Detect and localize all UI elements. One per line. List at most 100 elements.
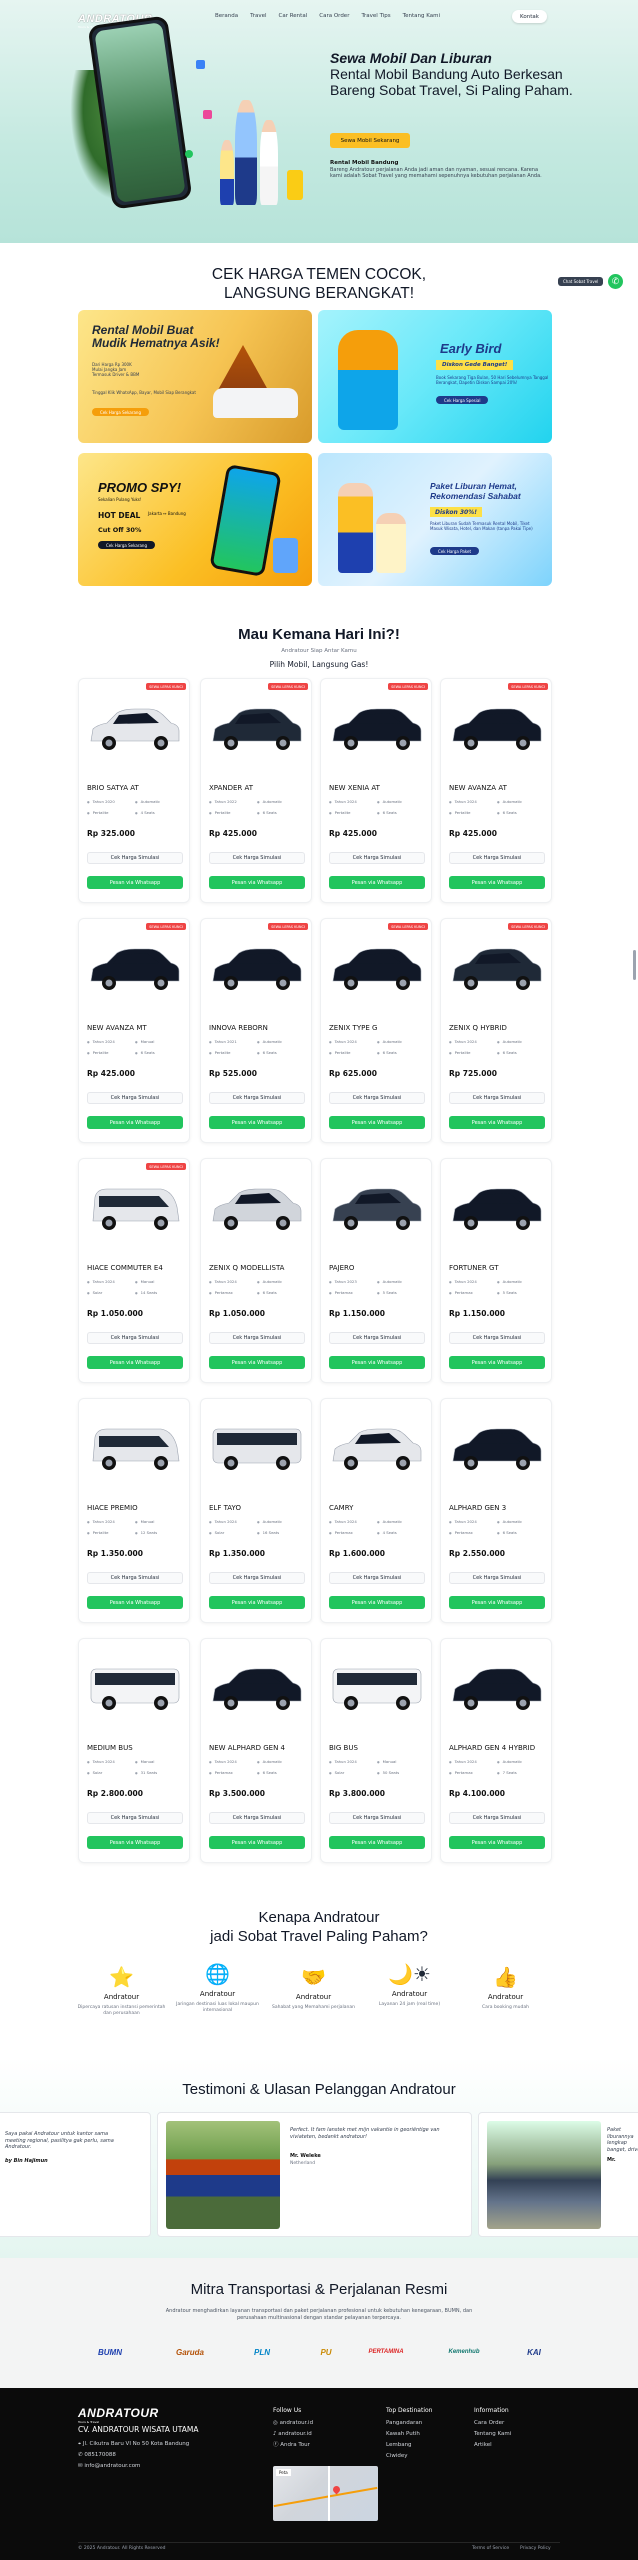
nav-item[interactable]: Tentang Kami bbox=[403, 13, 440, 19]
whatsapp-order-button[interactable]: Pesan via Whatsapp bbox=[449, 1596, 545, 1609]
check-price-button[interactable]: Cek Harga Simulasi bbox=[87, 1092, 183, 1104]
testimonial-photo bbox=[487, 2121, 601, 2229]
whatsapp-order-button[interactable]: Pesan via Whatsapp bbox=[449, 1116, 545, 1129]
car-price: Rp 1.050.000 bbox=[209, 1309, 265, 1318]
tiktok-link[interactable]: ♪ andratour.id bbox=[273, 2429, 313, 2440]
promo-button[interactable]: Cek Harga Spesial bbox=[436, 396, 489, 404]
rent-now-button[interactable]: Sewa Mobil Sekarang bbox=[330, 133, 410, 148]
whatsapp-order-button[interactable]: Pesan via Whatsapp bbox=[329, 1596, 425, 1609]
whatsapp-order-button[interactable]: Pesan via Whatsapp bbox=[209, 876, 305, 889]
whatsapp-order-button[interactable]: Pesan via Whatsapp bbox=[329, 876, 425, 889]
privacy-link[interactable]: Privacy Policy bbox=[520, 2546, 551, 2551]
check-price-button[interactable]: Cek Harga Simulasi bbox=[209, 1092, 305, 1104]
hero-description: Rental Mobil Bandung Bareng Andratour pe… bbox=[330, 160, 545, 180]
whatsapp-order-button[interactable]: Pesan via Whatsapp bbox=[449, 876, 545, 889]
car-price: Rp 3.800.000 bbox=[329, 1789, 385, 1798]
promo-card-holiday-package[interactable]: Paket Liburan Hemat, Rekomendasi Sahabat… bbox=[318, 453, 552, 586]
car-image bbox=[209, 1659, 305, 1714]
globe-icon: 🌐 bbox=[205, 1962, 230, 1986]
whatsapp-order-button[interactable]: Pesan via Whatsapp bbox=[209, 1836, 305, 1849]
footer-map[interactable]: Peta bbox=[273, 2466, 378, 2521]
promo-card-mudik[interactable]: Rental Mobil Buat Mudik Hematnya Asik! D… bbox=[78, 310, 312, 443]
check-price-button[interactable]: Cek Harga Simulasi bbox=[449, 1332, 545, 1344]
whatsapp-order-button[interactable]: Pesan via Whatsapp bbox=[209, 1596, 305, 1609]
why-feature-name: Andratour bbox=[487, 1993, 524, 2001]
car-fuel: Pertalite bbox=[87, 810, 135, 815]
rental-badge: SEWA LEPAS KUNCI bbox=[388, 683, 428, 690]
check-price-button[interactable]: Cek Harga Simulasi bbox=[329, 1572, 425, 1584]
car-image bbox=[449, 1419, 545, 1474]
car-fuel: Pertalite bbox=[87, 1530, 135, 1535]
contact-button[interactable]: Kontak bbox=[512, 10, 547, 23]
footer-dest-link[interactable]: Pangandaran bbox=[386, 2418, 432, 2429]
check-price-button[interactable]: Cek Harga Simulasi bbox=[209, 1812, 305, 1824]
footer-phone[interactable]: ✆ 085170088 bbox=[78, 2450, 189, 2461]
scrollbar-thumb[interactable] bbox=[633, 950, 636, 980]
check-price-button[interactable]: Cek Harga Simulasi bbox=[449, 1812, 545, 1824]
footer-dest-link[interactable]: Ciwidey bbox=[386, 2451, 432, 2462]
check-price-button[interactable]: Cek Harga Simulasi bbox=[329, 1332, 425, 1344]
footer-info-link[interactable]: Tentang Kami bbox=[474, 2429, 511, 2440]
footer-follow-title: Follow Us bbox=[273, 2407, 302, 2414]
why-feature: ⭐ Andratour Dipercaya ratusan instansi pem… bbox=[74, 1965, 169, 2017]
footer-dest-link[interactable]: Kawah Putih bbox=[386, 2429, 432, 2440]
whatsapp-order-button[interactable]: Pesan via Whatsapp bbox=[449, 1356, 545, 1369]
check-price-button[interactable]: Cek Harga Simulasi bbox=[87, 1332, 183, 1344]
whatsapp-order-button[interactable]: Pesan via Whatsapp bbox=[87, 1596, 183, 1609]
nav-item[interactable]: Cara Order bbox=[319, 13, 349, 19]
nav-item[interactable]: Travel Tips bbox=[361, 13, 390, 19]
check-price-button[interactable]: Cek Harga Simulasi bbox=[449, 852, 545, 864]
nav-item[interactable]: Car Rental bbox=[279, 13, 308, 19]
check-price-button[interactable]: Cek Harga Simulasi bbox=[87, 1812, 183, 1824]
handshake-icon: 🤝 bbox=[301, 1965, 326, 1989]
promo-button[interactable]: Cek Harga Sekarang bbox=[92, 408, 150, 416]
whatsapp-order-button[interactable]: Pesan via Whatsapp bbox=[329, 1356, 425, 1369]
check-price-button[interactable]: Cek Harga Simulasi bbox=[87, 852, 183, 864]
car-year: Tahun 2024 bbox=[209, 1759, 257, 1764]
whatsapp-order-button[interactable]: Pesan via Whatsapp bbox=[329, 1116, 425, 1129]
check-price-button[interactable]: Cek Harga Simulasi bbox=[209, 1572, 305, 1584]
footer-dest-link[interactable]: Lembang bbox=[386, 2440, 432, 2451]
footer-info-link[interactable]: Artikel bbox=[474, 2440, 511, 2451]
rental-badge: SEWA LEPAS KUNCI bbox=[268, 683, 308, 690]
whatsapp-order-button[interactable]: Pesan via Whatsapp bbox=[449, 1836, 545, 1849]
footer-email[interactable]: ✉ info@andratour.com bbox=[78, 2461, 189, 2472]
nav-item[interactable]: Travel bbox=[250, 13, 266, 19]
whatsapp-order-button[interactable]: Pesan via Whatsapp bbox=[87, 1116, 183, 1129]
rental-badge: SEWA LEPAS KUNCI bbox=[146, 683, 186, 690]
footer-address: ⌖ Jl. Cikutra Baru VI No 50 Kota Bandung bbox=[78, 2439, 189, 2450]
terms-link[interactable]: Terms of Service bbox=[472, 2546, 509, 2551]
promo-card-spy[interactable]: PROMO SPY! Sekalian Pulang Yuks! HOT DEA… bbox=[78, 453, 312, 586]
whatsapp-order-button[interactable]: Pesan via Whatsapp bbox=[87, 1836, 183, 1849]
car-seats: 14 Seats bbox=[135, 1290, 183, 1295]
promo-subtitle: Diskon Gede Banget! bbox=[436, 360, 514, 370]
promo-button[interactable]: Cek Harga Sekarang bbox=[98, 541, 156, 549]
check-price-button[interactable]: Cek Harga Simulasi bbox=[87, 1572, 183, 1584]
check-price-button[interactable]: Cek Harga Simulasi bbox=[329, 1812, 425, 1824]
partner-logo: BUMN bbox=[98, 2347, 122, 2357]
check-price-button[interactable]: Cek Harga Simulasi bbox=[209, 1332, 305, 1344]
check-price-button[interactable]: Cek Harga Simulasi bbox=[329, 852, 425, 864]
car-name: HIACE COMMUTER E4 bbox=[87, 1264, 163, 1272]
check-price-button[interactable]: Cek Harga Simulasi bbox=[209, 852, 305, 864]
whatsapp-order-button[interactable]: Pesan via Whatsapp bbox=[209, 1356, 305, 1369]
car-year: Tahun 2024 bbox=[87, 1519, 135, 1524]
footer-info-link[interactable]: Cara Order bbox=[474, 2418, 511, 2429]
check-price-button[interactable]: Cek Harga Simulasi bbox=[449, 1092, 545, 1104]
instagram-link[interactable]: ◎ andratour.id bbox=[273, 2418, 313, 2429]
check-price-button[interactable]: Cek Harga Simulasi bbox=[449, 1572, 545, 1584]
check-price-button[interactable]: Cek Harga Simulasi bbox=[329, 1092, 425, 1104]
facebook-link[interactable]: ⓕ Andra Tour bbox=[273, 2440, 313, 2451]
car-year: Tahun 2024 bbox=[87, 1759, 135, 1764]
nav-item[interactable]: Beranda bbox=[215, 13, 238, 19]
promo-card-early-bird[interactable]: Early Bird Diskon Gede Banget! Book Seka… bbox=[318, 310, 552, 443]
whatsapp-order-button[interactable]: Pesan via Whatsapp bbox=[87, 1356, 183, 1369]
car-name: HIACE PREMIO bbox=[87, 1504, 138, 1512]
car-price: Rp 425.000 bbox=[449, 829, 497, 838]
car-seats: 6 Seats bbox=[377, 810, 425, 815]
whatsapp-order-button[interactable]: Pesan via Whatsapp bbox=[209, 1116, 305, 1129]
car-price: Rp 3.500.000 bbox=[209, 1789, 265, 1798]
promo-button[interactable]: Cek Harga Paket bbox=[430, 547, 480, 555]
whatsapp-order-button[interactable]: Pesan via Whatsapp bbox=[87, 876, 183, 889]
whatsapp-order-button[interactable]: Pesan via Whatsapp bbox=[329, 1836, 425, 1849]
